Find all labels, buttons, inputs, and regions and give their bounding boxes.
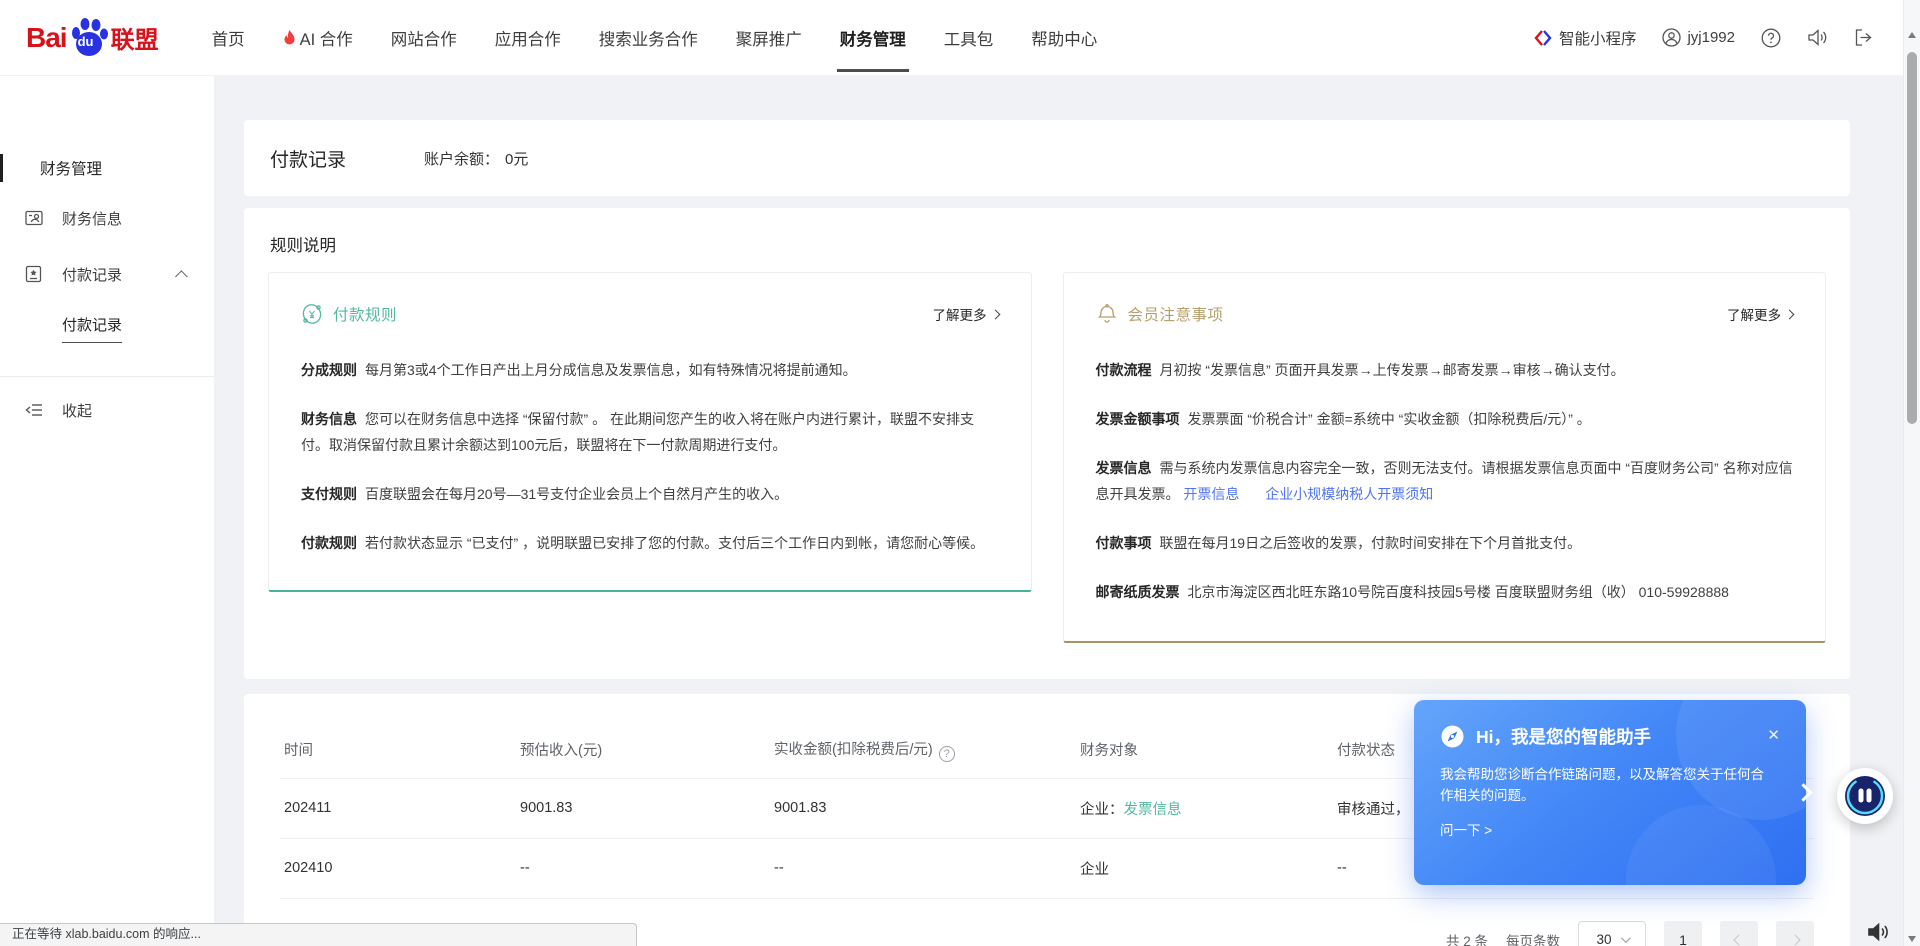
- col-estimated-income: 预估收入(元): [516, 722, 770, 778]
- per-page-label: 每页条数: [1506, 930, 1560, 946]
- cell-time: 202411: [280, 778, 516, 838]
- logo-text-du: du: [78, 34, 94, 49]
- page-number-button[interactable]: 1: [1664, 921, 1702, 946]
- cell-estimated: 9001.83: [516, 778, 770, 838]
- invoice-info-cell-link[interactable]: 发票信息: [1124, 802, 1182, 818]
- rule-paragraph: 分成规则每月第3或4个工作日产出上月分成信息及发票信息，如有特殊情况将提前通知。: [301, 357, 999, 383]
- top-navigation: Bai du 联盟 首页 AI 合作 网站合作 应用合作 搜索业务合作 聚屏推广…: [0, 0, 1920, 76]
- payment-rules-card: 付款规则 了解更多 分成规则每月第3或4个工作日产出上月分成信息及发票信息，如有…: [268, 272, 1032, 592]
- account-balance: 账户余额：0元: [424, 148, 528, 169]
- cell-time: 202410: [280, 838, 516, 898]
- ask-now-link[interactable]: 问一下 >: [1440, 819, 1780, 839]
- rule-paragraph: 付款事项联盟在每月19日之后签收的发票，付款时间安排在下个月首批支付。: [1096, 530, 1794, 556]
- cell-entity: 企业: [1076, 838, 1333, 898]
- payment-rules-title: 付款规则: [333, 303, 397, 325]
- nav-item-ai[interactable]: AI 合作: [264, 0, 372, 76]
- rule-paragraph: 付款规则若付款状态显示 “已支付” ，说明联盟已安排了您的付款。支付后三个工作日…: [301, 530, 999, 556]
- rule-paragraph: 财务信息您可以在财务信息中选择 “保留付款” 。 在此期间您产生的收入将在账户内…: [301, 406, 999, 458]
- assistant-message: 我会帮助您诊断合作链路问题，以及解答您关于任何合作相关的问题。: [1440, 764, 1770, 806]
- assistant-popup: Hi，我是您的智能助手 ✕ 我会帮助您诊断合作链路问题，以及解答您关于任何合作相…: [1414, 700, 1806, 885]
- invoice-info-link[interactable]: 开票信息: [1183, 486, 1239, 502]
- miniapp-diamond-icon: [1534, 29, 1552, 47]
- rules-section-card: 规则说明 付款规则 了解更多: [244, 208, 1850, 679]
- robot-icon: [1842, 773, 1888, 819]
- sidebar-item-finance-info[interactable]: 财务信息: [0, 190, 214, 246]
- sound-icon[interactable]: [1807, 28, 1828, 47]
- chevron-down-icon: [1620, 933, 1630, 943]
- sidebar: 财务管理 财务信息 付款记录 付款记录: [0, 76, 214, 946]
- baidu-union-logo[interactable]: Bai du 联盟: [26, 17, 159, 59]
- user-icon: [1662, 28, 1681, 47]
- rule-paragraph: 发票信息需与系统内发票信息内容完全一致，否则无法支付。请根据发票信息页面中 “百…: [1096, 455, 1794, 507]
- bell-icon: [1096, 303, 1118, 325]
- scroll-down-arrow[interactable]: [1908, 936, 1916, 942]
- scroll-up-arrow[interactable]: [1908, 32, 1916, 38]
- rule-paragraph: 付款流程月初按 “发票信息” 页面开具发票→上传发票→邮寄发票→审核→确认支付。: [1096, 357, 1794, 383]
- coin-icon: [301, 303, 323, 325]
- chevron-right-icon: [1789, 934, 1800, 945]
- sidebar-group-finance[interactable]: 财务管理: [0, 146, 214, 190]
- sidebar-item-payment-records[interactable]: 付款记录: [0, 246, 214, 302]
- rule-paragraph: 发票金额事项发票票面 “价税合计” 金额=系统中 “实收金额（扣除税费后/元）”…: [1096, 406, 1794, 432]
- scrollbar-thumb[interactable]: [1907, 52, 1917, 424]
- nav-item-search-biz[interactable]: 搜索业务合作: [580, 0, 717, 76]
- col-time: 时间: [280, 722, 516, 778]
- next-page-button[interactable]: [1776, 921, 1814, 946]
- member-notice-card: 会员注意事项 了解更多 付款流程月初按 “发票信息” 页面开具发票→上传发票→邮…: [1063, 272, 1827, 643]
- page-title: 付款记录: [270, 145, 346, 172]
- rule-paragraph: 支付规则百度联盟会在每月20号—31号支付企业会员上个自然月产生的收入。: [301, 481, 999, 507]
- nav-item-help-center[interactable]: 帮助中心: [1012, 0, 1116, 76]
- nav-item-screen-promo[interactable]: 聚屏推广: [717, 0, 821, 76]
- compass-icon: [1440, 724, 1465, 749]
- nav-item-website[interactable]: 网站合作: [372, 0, 476, 76]
- logo-text-bai: Bai: [26, 22, 67, 54]
- total-count: 共 2 条: [1446, 930, 1488, 946]
- col-finance-entity: 财务对象: [1076, 722, 1333, 778]
- nav-menu: 首页 AI 合作 网站合作 应用合作 搜索业务合作 聚屏推广 财务管理 工具包 …: [193, 0, 1117, 76]
- mute-speaker-icon[interactable]: [1866, 921, 1890, 943]
- logo-text-union: 联盟: [111, 20, 159, 55]
- help-circle-icon[interactable]: [1761, 28, 1781, 48]
- browser-status-bar: 正在等待 xlab.baidu.com 的响应...: [0, 923, 637, 946]
- nav-item-toolkit[interactable]: 工具包: [925, 0, 1013, 76]
- sidebar-subitem-payment-records[interactable]: 付款记录: [0, 302, 214, 354]
- nav-item-finance[interactable]: 财务管理: [821, 0, 925, 76]
- small-taxpayer-notice-link[interactable]: 企业小规模纳税人开票须知: [1265, 486, 1433, 502]
- paw-icon: du: [69, 17, 109, 59]
- flame-icon: [283, 30, 296, 46]
- assistant-title: Hi，我是您的智能助手: [1476, 724, 1651, 749]
- prev-page-button[interactable]: [1720, 921, 1758, 946]
- logout-icon[interactable]: [1854, 28, 1874, 47]
- member-notice-learn-more[interactable]: 了解更多: [1727, 304, 1793, 324]
- cell-actual: 9001.83: [770, 778, 1076, 838]
- cell-entity: 企业：发票信息: [1076, 778, 1333, 838]
- cell-estimated: --: [516, 838, 770, 898]
- per-page-select[interactable]: 30: [1578, 921, 1646, 946]
- payment-records-icon: [24, 264, 46, 284]
- col-actual-amount: 实收金额(扣除税费后/元)?: [770, 722, 1076, 778]
- vertical-scrollbar[interactable]: [1903, 0, 1920, 946]
- rules-section-title: 规则说明: [270, 232, 1826, 256]
- chevron-right-icon: [990, 309, 1000, 319]
- chevron-up-icon: [175, 270, 188, 283]
- payment-rules-learn-more[interactable]: 了解更多: [933, 304, 999, 324]
- collapse-icon: [24, 402, 46, 418]
- cell-actual: --: [770, 838, 1076, 898]
- sidebar-divider: [0, 376, 214, 377]
- page-header-card: 付款记录 账户余额：0元: [244, 120, 1850, 196]
- user-account[interactable]: jyj1992: [1662, 28, 1735, 47]
- sidebar-collapse-button[interactable]: 收起: [0, 381, 214, 439]
- finance-info-icon: [24, 208, 46, 228]
- close-icon[interactable]: ✕: [1767, 726, 1780, 744]
- smart-miniapp-link[interactable]: 智能小程序: [1534, 27, 1637, 49]
- assistant-robot-button[interactable]: [1837, 768, 1893, 824]
- chevron-right-icon: [1785, 309, 1795, 319]
- chevron-left-icon: [1733, 934, 1744, 945]
- nav-item-home[interactable]: 首页: [193, 0, 264, 76]
- account-balance-value: 0元: [505, 151, 528, 168]
- help-icon[interactable]: ?: [939, 746, 955, 762]
- member-notice-title: 会员注意事项: [1128, 303, 1224, 325]
- nav-item-app[interactable]: 应用合作: [476, 0, 580, 76]
- rule-paragraph: 邮寄纸质发票北京市海淀区西北旺东路10号院百度科技园5号楼 百度联盟财务组（收）…: [1096, 579, 1794, 605]
